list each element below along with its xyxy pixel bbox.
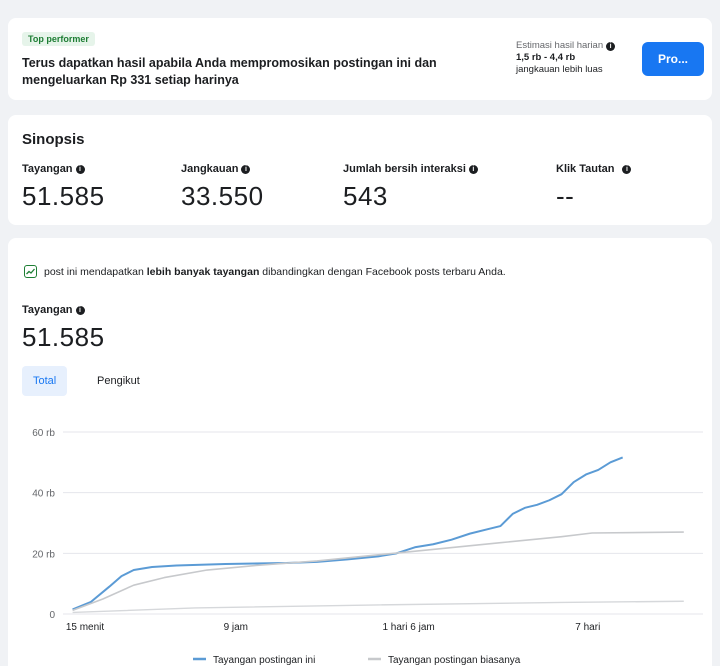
daily-estimate: Estimasi hasil harian i 1,5 rb - 4,4 rb j…: [516, 40, 636, 76]
y-tick-label: 60 rb: [32, 428, 55, 439]
metric-value: 543: [343, 181, 388, 211]
x-tick-label: 15 menit: [66, 622, 105, 633]
insight-bold: lebih banyak tayangan: [146, 265, 260, 278]
promotion-message: Terus dapatkan hasil apabila Anda mempro…: [22, 56, 437, 87]
series-line: [72, 456, 624, 611]
metric-value: 51.585: [22, 181, 105, 211]
insight-prefix: post ini mendapatkan: [44, 265, 147, 278]
metric-reach: Jangkauan i 33.550: [181, 163, 264, 212]
views-chart-card: post ini mendapatkan lebih banyak tayang…: [8, 238, 712, 666]
promotion-card: Top performer Terus dapatkan hasil apabi…: [8, 18, 712, 100]
metric-label: Tayangan: [22, 163, 73, 175]
metric-interactions: Jumlah bersih interaksi i 543: [343, 163, 478, 212]
metric-value: 33.550: [181, 181, 264, 211]
trend-up-icon: [24, 265, 37, 278]
info-icon[interactable]: i: [75, 164, 85, 174]
legend-label: Tayangan postingan ini: [213, 655, 315, 666]
tab-followers[interactable]: Pengikut: [86, 366, 151, 396]
estimate-subtext: jangkauan lebih luas: [516, 64, 603, 75]
legend-label: Tayangan postingan biasanya: [388, 655, 521, 666]
promote-button[interactable]: Pro...: [642, 42, 704, 76]
info-icon[interactable]: i: [241, 164, 251, 174]
views-line-chart: 0 20 rb 40 rb 60 rb 15 menit 9 jam 1 hari 6 ja…: [32, 428, 703, 666]
views-label: Tayangan: [22, 304, 73, 316]
y-tick-label: 20 rb: [32, 549, 55, 560]
synopsis-card: Sinopsis Tayangan i 51.585 Jangkauan i 33.…: [8, 115, 712, 225]
series-line: [72, 531, 684, 612]
top-performer-badge: Top performer: [22, 32, 95, 46]
estimate-title: Estimasi hasil harian: [516, 40, 604, 51]
info-icon[interactable]: i: [468, 164, 478, 174]
views-label-row: Tayangan i: [22, 304, 85, 316]
x-tick-label: 7 hari: [575, 622, 600, 633]
metric-label: Jangkauan: [181, 163, 239, 175]
info-icon[interactable]: i: [622, 164, 632, 174]
y-tick-label: 40 rb: [32, 489, 55, 500]
metric-label: Jumlah bersih interaksi: [343, 163, 466, 175]
metric-value: --: [556, 181, 575, 211]
metric-link-clicks: Klik Tautan i --: [556, 163, 632, 212]
series-line: [72, 600, 684, 614]
views-value: 51.585: [22, 322, 105, 352]
performance-insight: post ini mendapatkan lebih banyak tayang…: [24, 265, 506, 278]
x-tick-label: 1 hari 6 jam: [382, 622, 434, 633]
estimate-range: 1,5 rb - 4,4 rb: [516, 52, 576, 63]
x-tick-label: 9 jam: [224, 622, 248, 633]
synopsis-title: Sinopsis: [22, 131, 85, 148]
info-icon[interactable]: i: [75, 305, 85, 315]
tab-total[interactable]: Total: [22, 366, 68, 396]
y-tick-label: 0: [49, 610, 55, 621]
info-icon[interactable]: i: [606, 42, 616, 51]
insight-suffix: dibandingkan dengan Facebook posts terba…: [259, 265, 506, 278]
metric-label: Klik Tautan: [556, 163, 615, 175]
metric-views: Tayangan i 51.585: [22, 163, 105, 212]
